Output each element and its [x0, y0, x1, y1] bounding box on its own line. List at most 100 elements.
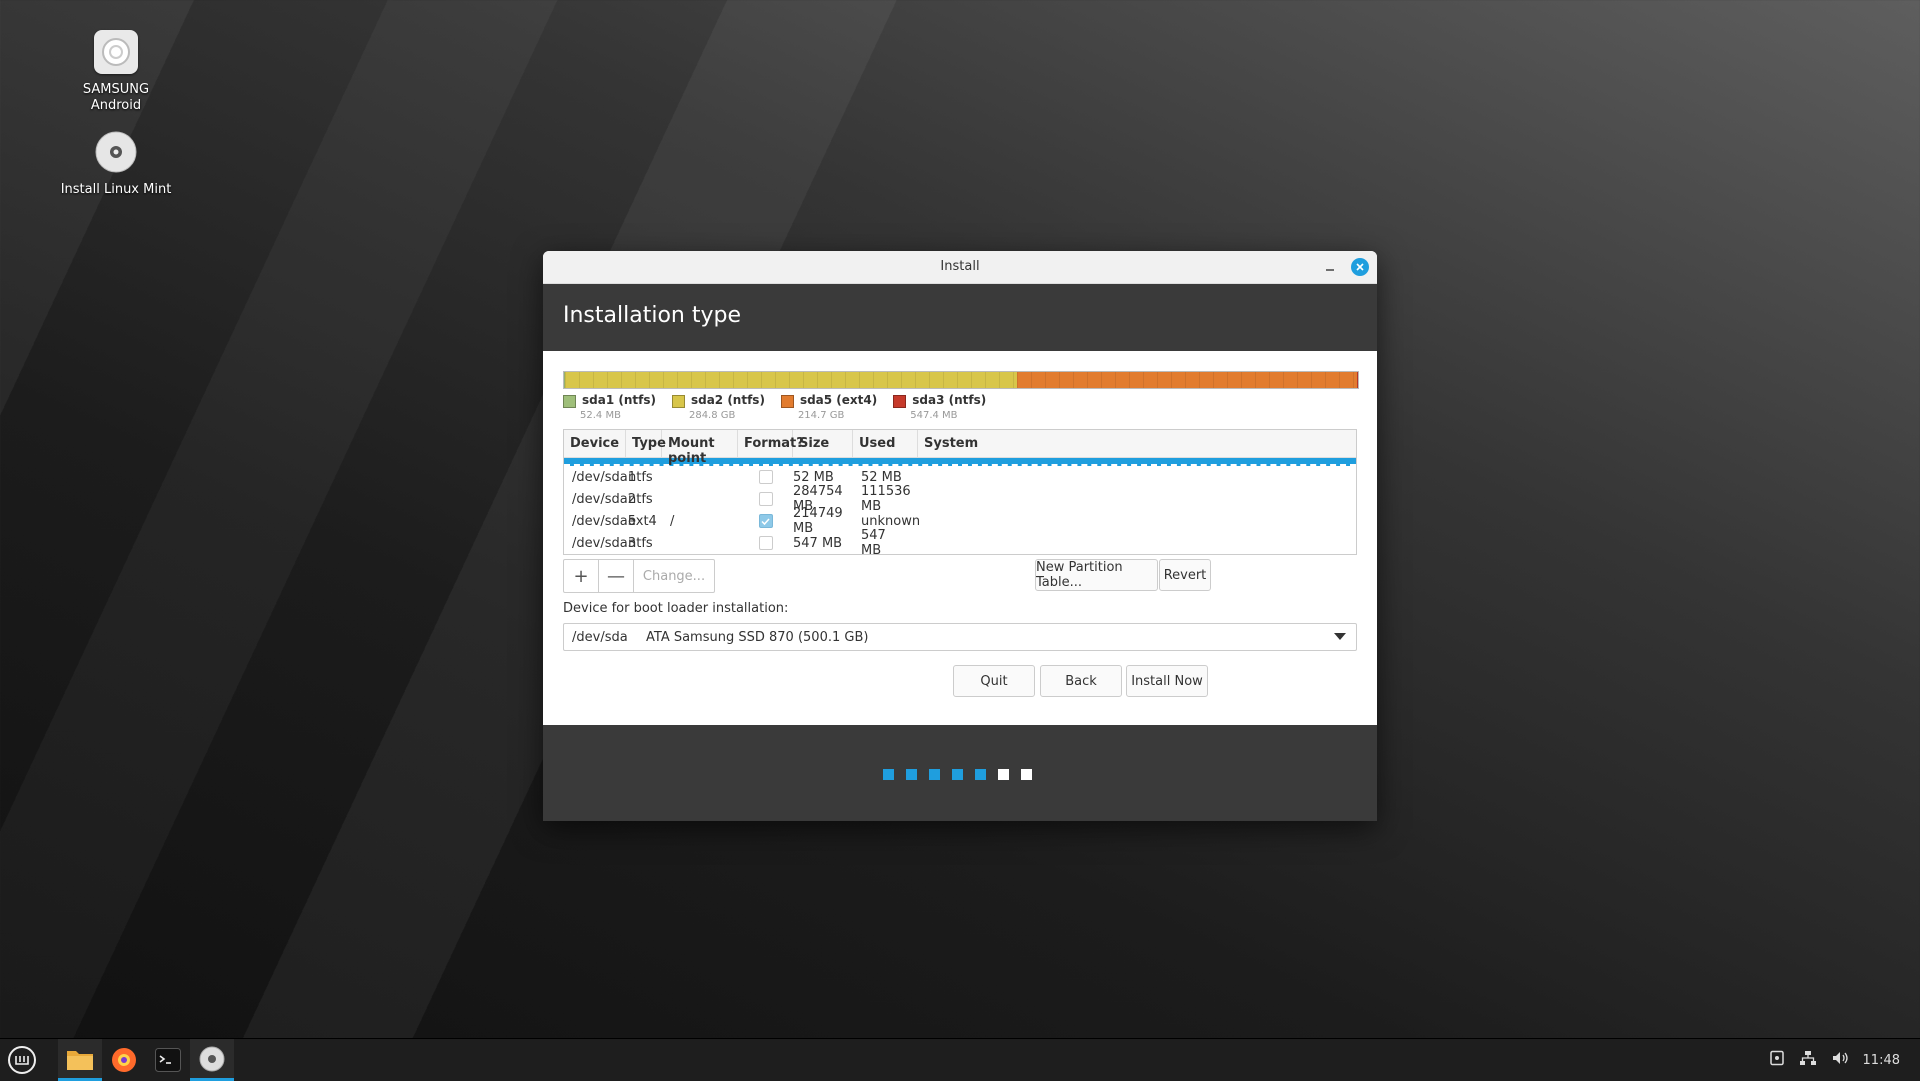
- legend-swatch: [893, 395, 907, 408]
- minimize-icon: [1326, 269, 1334, 271]
- step-dot: [929, 769, 940, 780]
- legend-size: 52.4 MB: [580, 410, 621, 421]
- table-body: /dev/sda1 ntfs 52 MB 52 MB/dev/sda2 ntfs 2847…: [564, 466, 1356, 559]
- partition-segment: [564, 372, 1017, 388]
- partition-legend: sda1 (ntfs) 52.4 MB sda2 (ntfs) 284.8 GB sda…: [563, 393, 986, 421]
- new-partition-table-button[interactable]: New Partition Table...: [1035, 559, 1158, 591]
- cell-type: ntfs: [628, 535, 653, 551]
- cell-device: /dev/sda1: [572, 469, 636, 485]
- column-used[interactable]: Used: [853, 430, 918, 457]
- add-partition-button[interactable]: +: [564, 560, 599, 592]
- column-type[interactable]: Type: [626, 430, 666, 457]
- install-window: Install Installation type sda1 (ntfs) 52.…: [543, 251, 1377, 821]
- volume-icon[interactable]: [1831, 1050, 1849, 1070]
- close-icon: [1356, 263, 1364, 271]
- column-system[interactable]: System: [918, 430, 1356, 457]
- cell-used: 111536 MB: [861, 484, 911, 514]
- table-row[interactable]: /dev/sda1 ntfs 52 MB 52 MB: [564, 466, 1356, 488]
- table-row[interactable]: /dev/sda2 ntfs 284754 MB 111536 MB: [564, 484, 1356, 514]
- format-checkbox[interactable]: [758, 536, 773, 550]
- remove-partition-button[interactable]: —: [599, 560, 634, 592]
- step-dot: [883, 769, 894, 780]
- legend-size: 284.8 GB: [688, 410, 736, 421]
- check-icon: [761, 517, 770, 525]
- back-button[interactable]: Back: [1040, 665, 1122, 697]
- tool-group: + — Change...: [563, 559, 715, 593]
- quit-button[interactable]: Quit: [953, 665, 1035, 697]
- chevron-down-icon: [1334, 633, 1346, 640]
- files-icon: [67, 1050, 93, 1070]
- cell-device: /dev/sda3: [572, 535, 636, 551]
- partition-segment: [1357, 372, 1358, 388]
- system-tray: 11:48: [1769, 1039, 1920, 1081]
- cell-type: ntfs: [628, 469, 653, 485]
- legend-size: 214.7 GB: [797, 410, 845, 421]
- notification-icon[interactable]: [1769, 1050, 1785, 1070]
- partition-bar: [563, 371, 1359, 389]
- cell-type: ntfs: [628, 491, 653, 507]
- install-now-button[interactable]: Install Now: [1126, 665, 1208, 697]
- legend-name: sda2 (ntfs): [690, 393, 765, 407]
- table-row[interactable]: /dev/sda3 ntfs 547 MB 547 MB: [564, 528, 1356, 558]
- close-button[interactable]: [1351, 258, 1369, 276]
- desktop-icon-samsung[interactable]: SAMSUNG Android: [46, 30, 186, 114]
- menu-icon: [8, 1046, 36, 1074]
- desktop-icon-label: SAMSUNG Android: [82, 82, 150, 113]
- format-checkbox[interactable]: [758, 492, 773, 506]
- format-checkbox[interactable]: [758, 514, 773, 528]
- cell-format: [738, 492, 793, 506]
- taskbar: 11:48: [0, 1038, 1920, 1081]
- titlebar: Install: [543, 251, 1377, 284]
- installer-button[interactable]: [190, 1039, 234, 1081]
- terminal-button[interactable]: [146, 1039, 190, 1081]
- step-indicator: [883, 769, 1032, 780]
- clock[interactable]: 11:48: [1863, 1053, 1900, 1068]
- desktop-icon-install[interactable]: Install Linux Mint: [46, 130, 186, 198]
- column-mount[interactable]: Mount point: [662, 430, 738, 466]
- legend-entry: sda1 (ntfs) 52.4 MB: [563, 393, 656, 421]
- installer-icon: [199, 1046, 225, 1071]
- boot-device: /dev/sda: [572, 629, 628, 645]
- table-row[interactable]: /dev/sda5 ext4 / 214749 MB unknown: [564, 506, 1356, 536]
- legend-size: 547.4 MB: [910, 410, 958, 421]
- step-dot: [1021, 769, 1032, 780]
- firefox-icon: [112, 1048, 136, 1072]
- menu-button[interactable]: [0, 1039, 44, 1081]
- cell-format: [738, 470, 793, 484]
- legend-entry: sda3 (ntfs) 547.4 MB: [893, 393, 986, 421]
- cell-size: 52 MB: [793, 469, 834, 485]
- device-icon: [94, 30, 138, 74]
- format-checkbox[interactable]: [758, 470, 773, 484]
- legend-entry: sda2 (ntfs) 284.8 GB: [671, 393, 765, 421]
- network-icon[interactable]: [1799, 1050, 1817, 1070]
- cell-device: /dev/sda5: [572, 513, 636, 529]
- change-partition-button[interactable]: Change...: [634, 560, 714, 592]
- firefox-button[interactable]: [102, 1039, 146, 1081]
- cell-mount: /: [670, 513, 675, 529]
- column-device[interactable]: Device: [564, 430, 626, 457]
- cell-format: [738, 536, 793, 550]
- legend-swatch: [780, 395, 794, 408]
- cell-used: 52 MB: [861, 469, 902, 485]
- header: Installation type: [543, 284, 1377, 352]
- files-button[interactable]: [58, 1039, 102, 1081]
- partition-toolbar: + — Change... New Partition Table... Rev…: [563, 559, 1357, 593]
- legend-entry: sda5 (ext4) 214.7 GB: [780, 393, 877, 421]
- window-title: Install: [940, 259, 980, 274]
- cell-size: 214749 MB: [793, 506, 843, 536]
- revert-button[interactable]: Revert: [1159, 559, 1211, 591]
- progress-footer: [543, 725, 1377, 821]
- legend-name: sda3 (ntfs): [912, 393, 987, 407]
- step-dot: [906, 769, 917, 780]
- minimize-button[interactable]: [1321, 258, 1339, 276]
- boot-loader-select[interactable]: /dev/sda ATA Samsung SSD 870 (500.1 GB): [563, 623, 1357, 651]
- step-dot: [952, 769, 963, 780]
- cell-used: unknown: [861, 513, 921, 529]
- column-size[interactable]: Size: [793, 430, 853, 457]
- step-dot: [998, 769, 1009, 780]
- step-dot: [975, 769, 986, 780]
- cell-size: 547 MB: [793, 535, 843, 551]
- legend-swatch: [671, 395, 685, 408]
- desktop-icon-label: Install Linux Mint: [60, 182, 172, 197]
- column-format[interactable]: Format?: [738, 430, 804, 457]
